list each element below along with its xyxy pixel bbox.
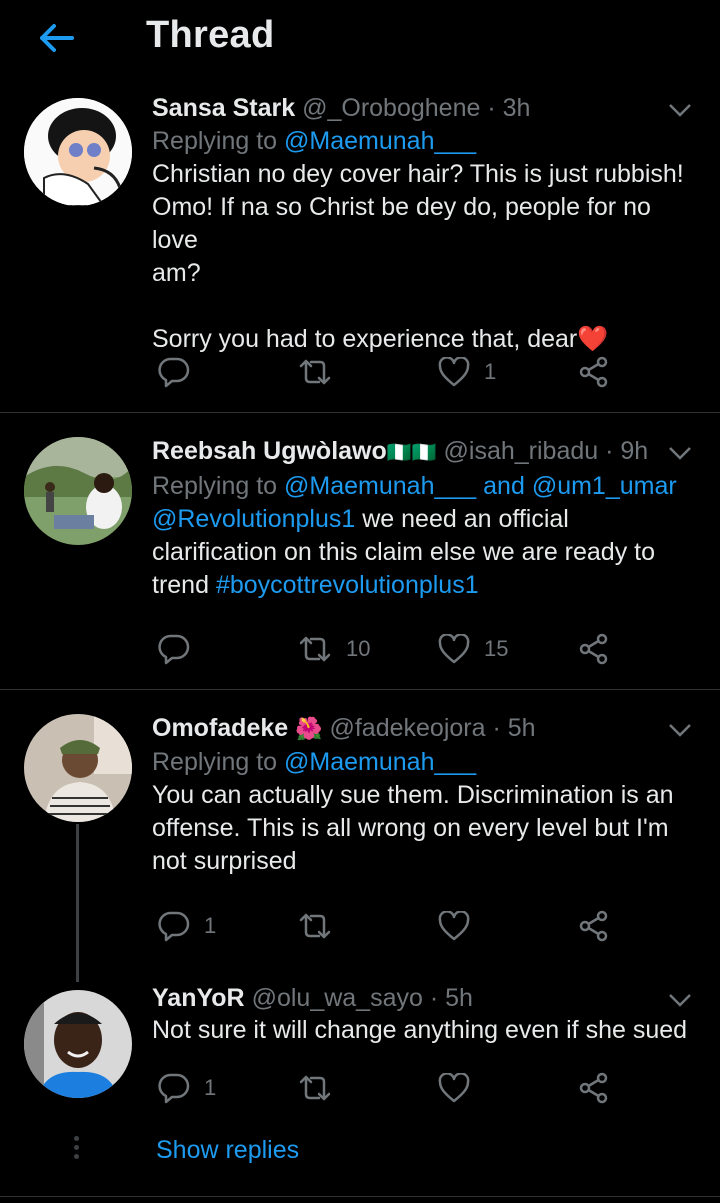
tweet-actions: 1 [152,906,622,946]
like-button[interactable]: 1 [438,352,496,392]
share-button[interactable] [578,906,610,946]
heart-outline-icon [438,911,470,941]
hashtag-link[interactable]: #boycottrevolutionplus1 [216,571,479,599]
share-icon [578,633,610,665]
retweet-button[interactable]: 10 [298,629,370,669]
mention-link[interactable]: @um1_umar [532,472,677,500]
retweet-count: 10 [346,636,371,661]
tweet-header: Reebsah Ugwòlawo🇳🇬🇳🇬 @isah_ribadu · 9h [152,435,700,469]
heart-emoji: ❤️ [577,325,609,353]
share-icon [578,356,610,388]
heart-outline-icon [438,634,470,664]
tweet-yanyor[interactable]: YanYoR @olu_wa_sayo · 5h Not sure it wil… [0,980,720,1135]
display-name[interactable]: YanYoR [152,984,245,1012]
share-icon [578,910,610,942]
reply-button[interactable] [158,352,190,392]
reply-button[interactable] [158,629,190,669]
tweet-reebsah[interactable]: Reebsah Ugwòlawo🇳🇬🇳🇬 @isah_ribadu · 9h R… [0,413,720,689]
user-handle[interactable]: @fadekeojora [329,714,485,742]
timestamp: 5h [445,984,473,1012]
back-arrow-icon[interactable] [36,18,76,58]
separator-dot: · [487,94,496,122]
and-label: and [483,472,525,500]
retweet-button[interactable] [298,352,332,392]
reply-count: 1 [204,1075,217,1100]
reply-button[interactable]: 1 [158,1068,216,1108]
show-replies-link[interactable]: Show replies [156,1136,299,1165]
share-button[interactable] [578,352,610,392]
tweet-text: Christian no dey cover hair? This is jus… [152,158,700,356]
retweet-button[interactable] [298,1068,332,1108]
replying-to: Replying to @Maemunah___ and @um1_umar [152,469,700,503]
display-name[interactable]: Sansa Stark [152,94,295,122]
display-name[interactable]: Omofadeke [152,714,288,742]
avatar[interactable] [24,437,132,545]
retweet-icon [298,358,332,386]
tweet-header: Sansa Stark @_Oroboghene · 3h [152,92,700,124]
retweet-icon [298,1074,332,1102]
like-count: 15 [484,636,509,661]
heart-outline-icon [438,1073,470,1103]
tweet-header: YanYoR @olu_wa_sayo · 5h [152,982,700,1014]
separator-dot: · [429,984,439,1012]
avatar[interactable] [24,98,132,206]
page-title: Thread [146,14,275,56]
reply-count: 1 [204,913,217,938]
like-count: 1 [484,359,497,384]
user-handle[interactable]: @isah_ribadu [444,437,599,465]
tweet-sansa[interactable]: Sansa Stark @_Oroboghene · 3h Replying t… [0,90,720,412]
reply-icon [158,356,190,388]
reply-icon [158,1072,190,1104]
tweet-text: Not sure it will change anything even if… [152,1016,688,1044]
share-icon [578,1072,610,1104]
timestamp: 5h [507,714,536,742]
mention-link[interactable]: @Maemunah___ [284,472,476,500]
tweet-actions: 10 15 [152,629,622,669]
retweet-icon [298,635,332,663]
user-handle[interactable]: @_Oroboghene [302,94,480,122]
share-button[interactable] [578,629,610,669]
divider [0,1196,720,1197]
timestamp: 9h [620,437,649,465]
user-handle[interactable]: @olu_wa_sayo [252,984,423,1012]
tweet-text: @Revolutionplus1 we need an official cla… [152,503,700,602]
mention-link[interactable]: @Maemunah___ [284,127,476,155]
like-button[interactable]: 15 [438,629,508,669]
avatar[interactable] [24,990,132,1098]
heart-outline-icon [438,357,470,387]
like-button[interactable] [438,1068,470,1108]
timestamp: 3h [502,94,531,122]
avatar[interactable] [24,714,132,822]
flag-emoji: 🇳🇬🇳🇬 [386,442,437,464]
retweet-button[interactable] [298,906,332,946]
tweet-omofadeke[interactable]: Omofadeke 🌺 @fadekeojora · 5h Replying t… [0,690,720,980]
replying-to: Replying to @Maemunah___ [152,124,700,158]
separator-dot: · [492,714,501,742]
replying-label: Replying to [152,472,278,500]
like-button[interactable] [438,906,470,946]
flower-emoji: 🌺 [295,716,323,741]
tweet-header: Omofadeke 🌺 @fadekeojora · 5h [152,712,700,745]
thread-dots [74,1136,80,1163]
replying-label: Replying to [152,748,278,776]
display-name[interactable]: Reebsah Ugwòlawo [152,437,387,465]
tweet-actions: 1 [152,352,622,392]
retweet-icon [298,912,332,940]
mention-link[interactable]: @Maemunah___ [284,748,476,776]
tweet-actions: 1 [152,1068,622,1108]
reply-button[interactable]: 1 [158,906,216,946]
reply-icon [158,633,190,665]
top-bar: Thread [0,0,720,90]
separator-dot: · [605,437,614,465]
replying-label: Replying to [152,127,278,155]
tweet-text: You can actually sue them. Discriminatio… [152,781,674,875]
replying-to: Replying to @Maemunah___ [152,745,700,779]
reply-icon [158,910,190,942]
mention-link[interactable]: @Revolutionplus1 [152,505,355,533]
share-button[interactable] [578,1068,610,1108]
